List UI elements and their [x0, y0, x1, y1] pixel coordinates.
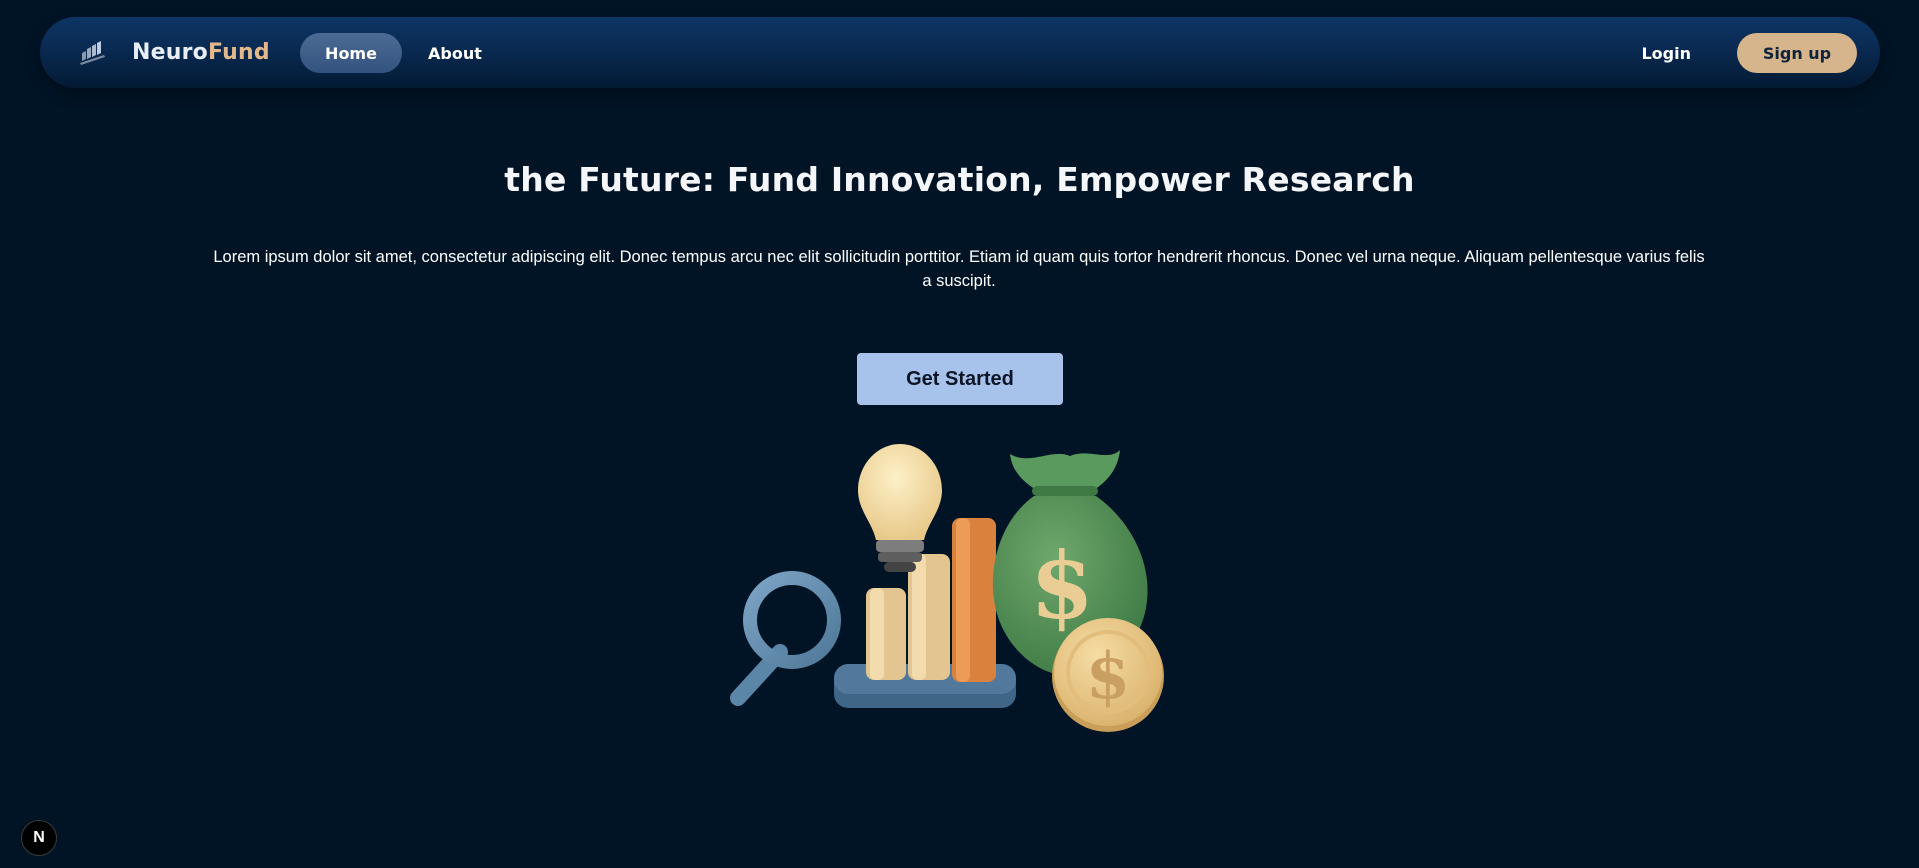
- brand-name-first: Neuro: [132, 40, 208, 65]
- bar-chart-icon: [80, 41, 105, 65]
- brand-logo[interactable]: NeuroFund: [132, 39, 270, 67]
- brand-name-second: Fund: [207, 40, 270, 65]
- lightbulb-icon: [858, 444, 942, 572]
- hero-description: Lorem ipsum dolor sit amet, consectetur …: [213, 248, 1705, 290]
- login-link[interactable]: Login: [1641, 33, 1691, 73]
- signup-button[interactable]: Sign up: [1737, 33, 1857, 73]
- funding-research-illustration: $ $: [730, 444, 1164, 732]
- bar-chart-icon: [834, 518, 1016, 708]
- svg-text:$: $: [1086, 639, 1131, 714]
- hero-title: the Future: Fund Innovation, Empower Res…: [504, 160, 1415, 199]
- nav-link-home[interactable]: Home: [300, 33, 402, 73]
- top-navbar: NeuroFund Home About Login Sign up: [40, 17, 1880, 88]
- nextjs-icon[interactable]: N: [21, 820, 57, 856]
- magnifier-icon: [730, 571, 841, 706]
- dollar-coin-icon: $: [1052, 618, 1164, 732]
- nav-link-about[interactable]: About: [428, 33, 482, 73]
- get-started-button[interactable]: Get Started: [857, 353, 1063, 405]
